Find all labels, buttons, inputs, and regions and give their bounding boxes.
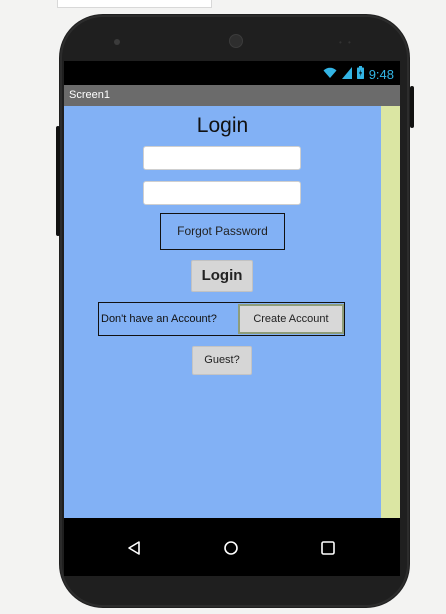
home-icon[interactable] [218, 535, 244, 561]
power-button [410, 86, 414, 128]
page-title: Login [196, 114, 249, 137]
forgot-password-label: Forgot Password [177, 224, 268, 238]
clock: 9:48 [368, 66, 394, 82]
recents-icon[interactable] [315, 535, 341, 561]
side-strip [381, 106, 400, 518]
front-camera [229, 34, 243, 48]
wifi-icon [323, 67, 337, 82]
battery-icon [356, 66, 364, 82]
password-input[interactable] [143, 181, 301, 205]
navigation-bar [64, 518, 400, 576]
back-icon[interactable] [121, 535, 147, 561]
phone-frame: • • 9:48 Screen1 Login Forgot Password L… [56, 14, 414, 608]
forgot-password-link[interactable]: Forgot Password [160, 213, 285, 250]
signal-icon [341, 66, 352, 82]
account-prompt: Don't have an Account? [101, 313, 217, 325]
login-button[interactable]: Login [191, 260, 253, 292]
username-input[interactable] [143, 146, 301, 170]
browser-tab-fragment [57, 0, 212, 8]
guest-button[interactable]: Guest? [192, 346, 252, 375]
app-content: Login Forgot Password Login Don't have a… [64, 106, 400, 518]
create-account-button[interactable]: Create Account [237, 304, 344, 334]
sensor-dots: • • [339, 38, 353, 47]
proximity-sensor [114, 39, 120, 45]
screen-title: Screen1 [69, 89, 110, 101]
create-account-row: Don't have an Account? Create Account [98, 302, 345, 336]
volume-button [56, 126, 60, 236]
phone-screen: 9:48 Screen1 Login Forgot Password Login… [64, 61, 400, 576]
title-bar: Screen1 [64, 85, 400, 106]
status-bar: 9:48 [64, 61, 400, 85]
